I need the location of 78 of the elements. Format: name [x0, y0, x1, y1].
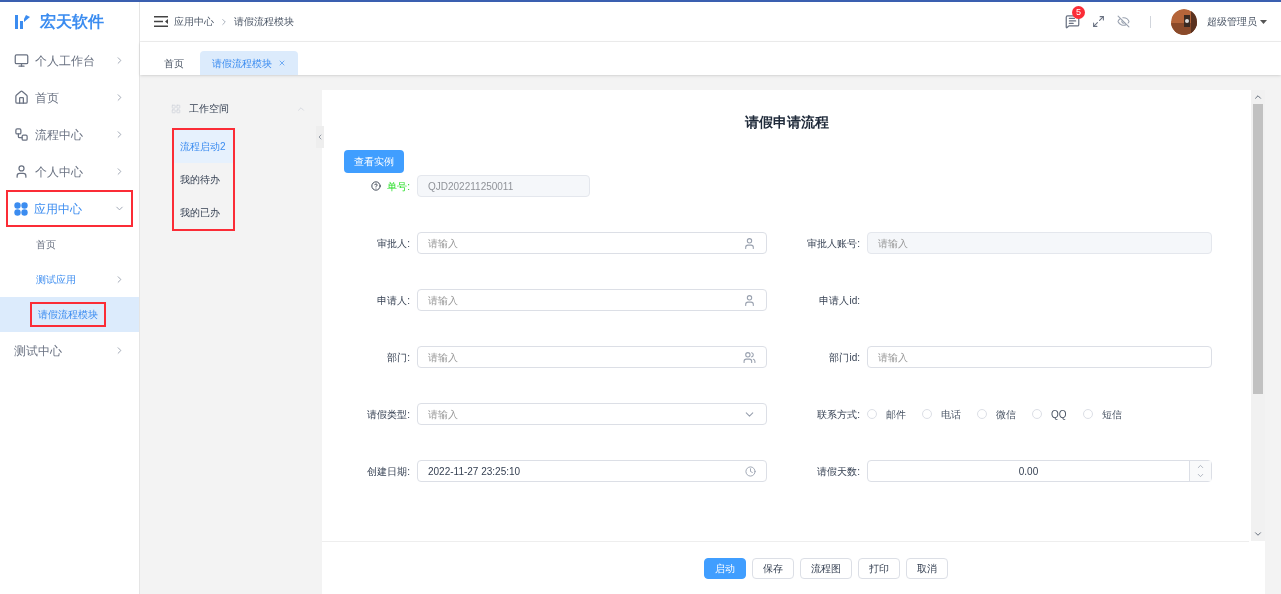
scroll-up-icon[interactable] [1253, 92, 1263, 102]
field-label: 审批人账号: [806, 236, 861, 251]
input-field[interactable]: 请输入 [867, 232, 1212, 254]
input-field[interactable]: 请输入 [417, 403, 767, 425]
brand-name: 宏天软件 [40, 12, 104, 32]
sidebar-subitem[interactable]: 首页 [0, 227, 139, 262]
flow-icon [14, 127, 29, 142]
field-label: 联系方式: [816, 407, 861, 422]
input-field[interactable]: 2022-11-27 23:25:10 [417, 460, 767, 482]
input-field[interactable]: 请输入 [417, 232, 767, 254]
input-field[interactable]: QJD202211250011 [417, 175, 590, 197]
sidebar-item[interactable]: 首页 [6, 79, 133, 116]
user-icon [743, 236, 756, 250]
tab[interactable]: 请假流程模块 [200, 51, 298, 75]
increment-icon[interactable] [1196, 462, 1205, 471]
sidebar-item[interactable]: 应用中心 [6, 190, 133, 227]
field-label: 请假类型: [366, 407, 411, 422]
field-label: 部门id: [828, 350, 861, 365]
collapse-handle[interactable] [316, 126, 324, 148]
radio-option[interactable]: QQ [1032, 406, 1067, 422]
radio-option[interactable]: 短信 [1082, 406, 1122, 422]
notification-badge: 5 [1072, 6, 1085, 19]
sidebar-subitem[interactable]: 请假流程模块 [0, 297, 139, 332]
radio-option[interactable]: 电话 [922, 406, 961, 422]
message-icon[interactable] [1065, 14, 1080, 29]
help-icon[interactable] [371, 181, 382, 191]
action-button[interactable]: 启动 [703, 557, 746, 579]
field-label: 申请人id: [818, 293, 861, 308]
breadcrumb-link[interactable]: 应用中心 [174, 14, 214, 29]
chevron-left-icon [316, 133, 324, 141]
field-label: 申请人: [376, 293, 411, 308]
tab[interactable]: 首页 [152, 51, 196, 75]
user-icon [743, 293, 756, 307]
breadcrumb-current: 请假流程模块 [234, 15, 294, 29]
monitor-icon [14, 53, 29, 68]
field-label: 审批人: [376, 236, 411, 251]
action-button[interactable]: 保存 [751, 557, 794, 579]
input-field[interactable]: 请输入 [867, 346, 1212, 368]
menu-fold-icon[interactable] [154, 16, 168, 27]
view-example-button[interactable]: 查看实例 [344, 150, 404, 173]
form-title: 请假申请流程 [743, 113, 830, 132]
action-button[interactable]: 取消 [905, 557, 948, 579]
sidebar-subitem[interactable]: 测试应用 [0, 262, 139, 297]
clover-icon [14, 201, 28, 216]
clock-icon [745, 465, 756, 477]
action-button[interactable]: 流程图 [799, 557, 852, 579]
user-name[interactable]: 超级管理员 [1207, 14, 1257, 29]
workspace-item[interactable]: 我的已办 [174, 196, 233, 229]
input-field[interactable]: 请输入 [417, 289, 767, 311]
sidebar-item[interactable]: 流程中心 [6, 116, 133, 153]
sidebar-item[interactable]: 测试中心 [6, 332, 133, 369]
grid-icon [171, 103, 181, 114]
fullscreen-icon[interactable] [1092, 15, 1105, 28]
user-icon [14, 164, 29, 179]
radio-option[interactable]: 微信 [977, 406, 1016, 422]
home-icon [14, 90, 29, 105]
radio-option[interactable]: 邮件 [867, 406, 906, 422]
caret-down-icon[interactable] [1260, 19, 1267, 24]
close-icon[interactable] [278, 59, 286, 67]
breadcrumb-separator-icon [219, 16, 229, 27]
action-button[interactable]: 打印 [857, 557, 900, 579]
users-icon [743, 350, 756, 364]
field-label: 部门: [386, 350, 411, 365]
field-label: 单号: [387, 179, 410, 194]
eye-off-icon[interactable] [1117, 15, 1130, 28]
sidebar-item[interactable]: 个人中心 [6, 153, 133, 190]
workspace-item[interactable]: 我的待办 [174, 163, 233, 196]
field-label: 创建日期: [366, 464, 411, 479]
field-label: 请假天数: [816, 464, 861, 479]
workspace-item[interactable]: 流程启动2 [174, 130, 233, 163]
number-field[interactable]: 0.00 [867, 460, 1212, 482]
sidebar-item[interactable]: 个人工作台 [6, 42, 133, 79]
scroll-down-icon[interactable] [1253, 529, 1263, 539]
logo-icon [14, 13, 32, 31]
input-field[interactable]: 请输入 [417, 346, 767, 368]
scrollbar[interactable] [1251, 90, 1265, 541]
workspace-title: 工作空间 [189, 102, 230, 116]
decrement-icon[interactable] [1196, 471, 1205, 480]
